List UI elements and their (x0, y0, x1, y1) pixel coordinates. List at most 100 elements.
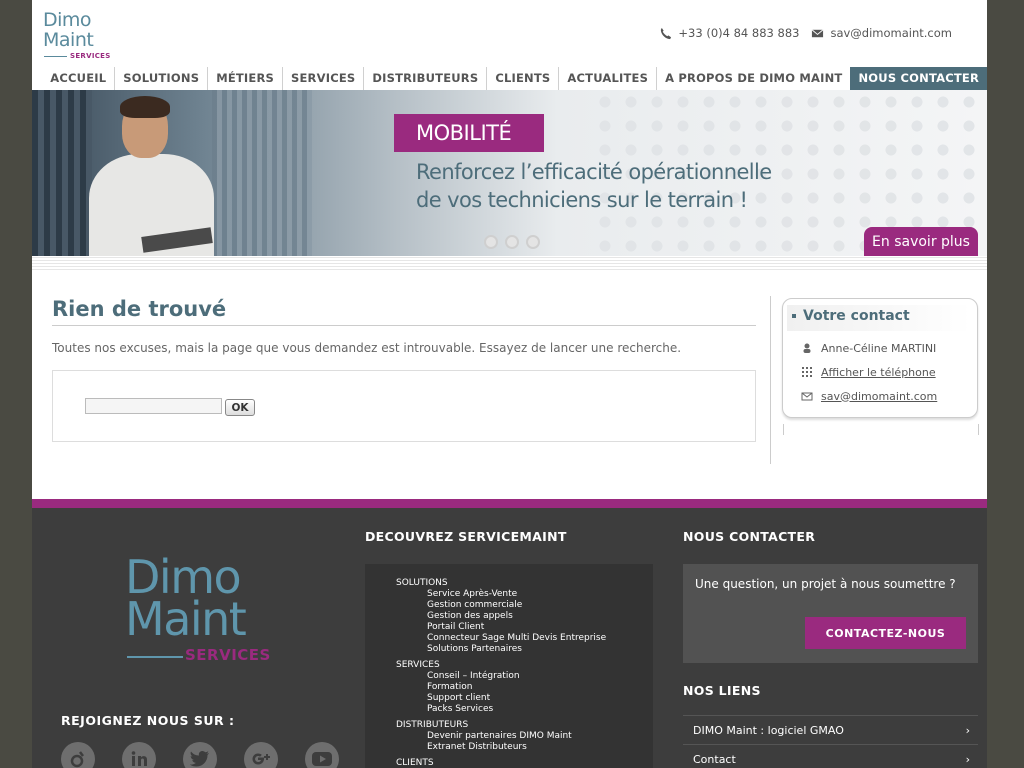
discover-group-clients: CLIENTS (396, 758, 653, 768)
discover-group-title[interactable]: CLIENTS (396, 758, 653, 768)
footer-link-contact[interactable]: Contact › (683, 744, 978, 768)
discover-link[interactable]: Formation (396, 682, 653, 693)
nav-metiers[interactable]: MÉTIERS (207, 67, 282, 90)
hero-banner: MOBILITÉ Renforcez l’efficacité opératio… (32, 90, 987, 256)
contact-widget-title: Votre contact (787, 305, 971, 331)
search-form: OK (52, 370, 756, 442)
banner-shadow-strip (32, 256, 987, 270)
footer-link-label: DIMO Maint : logiciel GMAO (693, 723, 844, 737)
technician-image (84, 96, 214, 256)
footer-logo-line (127, 656, 183, 658)
discover-link[interactable]: Conseil – Intégration (396, 671, 653, 682)
logo-line (44, 56, 67, 57)
discover-link[interactable]: Packs Services (396, 704, 653, 715)
header-email[interactable]: sav@dimomaint.com (830, 26, 952, 40)
youtube-icon[interactable] (305, 742, 339, 768)
chevron-right-icon: › (965, 752, 970, 766)
contact-email-link[interactable]: sav@dimomaint.com (821, 390, 937, 403)
header-contact: +33 (0)4 84 883 883 sav@dimomaint.com (659, 26, 952, 40)
page: Dimo Maint SERVICES +33 (0)4 84 883 883 … (32, 0, 987, 768)
discover-group-solutions: SOLUTIONS Service Après-Vente Gestion co… (396, 578, 653, 655)
banner-line-1: Renforcez l’efficacité opérationnelle (416, 160, 772, 184)
discover-menu: SOLUTIONS Service Après-Vente Gestion co… (365, 564, 653, 768)
discover-link[interactable]: Service Après-Vente (396, 589, 653, 600)
search-ok-button[interactable]: OK (225, 399, 255, 416)
social-icons (61, 742, 339, 768)
nav-actualites[interactable]: ACTUALITES (558, 67, 656, 90)
main-nav: ACCUEIL SOLUTIONS MÉTIERS SERVICES DISTR… (42, 67, 987, 90)
logo-text-maint: Maint (43, 29, 94, 51)
slider-dots (484, 235, 540, 249)
slider-dot-3[interactable] (526, 235, 540, 249)
logo-services: SERVICES (70, 52, 111, 60)
discover-link[interactable]: Portail Client (396, 622, 653, 633)
discover-link[interactable]: Solutions Partenaires (396, 644, 653, 655)
contact-name-row: Anne-Céline MARTINI (783, 336, 977, 360)
footer-link-gmao[interactable]: DIMO Maint : logiciel GMAO › (683, 715, 978, 744)
slider-dot-1[interactable] (484, 235, 498, 249)
keypad-icon (802, 367, 812, 377)
logo-text-dimo: Dimo (43, 9, 92, 31)
main-content: Rien de trouvé Toutes nos excuses, mais … (52, 296, 756, 442)
twitter-icon[interactable] (183, 742, 217, 768)
person-icon (803, 343, 811, 353)
footer: Dimo Maint SERVICES REJOIGNEZ NOUS SUR :… (32, 508, 987, 768)
not-found-message: Toutes nos excuses, mais la page que vou… (52, 341, 682, 355)
nav-distributeurs[interactable]: DISTRIBUTEURS (363, 67, 486, 90)
contact-widget: Votre contact Anne-Céline MARTINI Affich… (782, 298, 979, 435)
discover-link[interactable]: Connecteur Sage Multi Devis Entreprise (396, 633, 653, 644)
viadeo-icon[interactable] (61, 742, 95, 768)
discover-link[interactable]: Devenir partenaires DIMO Maint (396, 731, 653, 742)
contact-phone-row: Afficher le téléphone (783, 360, 977, 384)
nav-solutions[interactable]: SOLUTIONS (114, 67, 207, 90)
discover-link[interactable]: Support client (396, 693, 653, 704)
discover-link[interactable]: Gestion commerciale (396, 600, 653, 611)
logo[interactable]: Dimo Maint SERVICES (43, 9, 111, 62)
envelope-icon (801, 392, 813, 401)
banner-headline: Renforcez l’efficacité opérationnelle de… (416, 158, 772, 214)
footer-logo-maint: Maint (125, 592, 247, 646)
discover-group-title[interactable]: DISTRIBUTEURS (396, 720, 653, 731)
nav-clients[interactable]: CLIENTS (486, 67, 558, 90)
phone-icon (661, 27, 672, 39)
nav-a-propos[interactable]: A PROPOS DE DIMO MAINT (656, 67, 850, 90)
widget-stub (783, 424, 979, 435)
discover-group-services: SERVICES Conseil – Intégration Formation… (396, 660, 653, 715)
linkedin-icon[interactable] (122, 742, 156, 768)
contact-name: Anne-Céline MARTINI (821, 341, 937, 355)
discover-link[interactable]: Extranet Distributeurs (396, 742, 653, 753)
en-savoir-plus-button[interactable]: En savoir plus (864, 227, 978, 256)
show-phone-link[interactable]: Afficher le téléphone (821, 366, 936, 379)
contact-title: NOUS CONTACTER (683, 529, 816, 544)
contact-email-row: sav@dimomaint.com (783, 384, 977, 408)
search-input[interactable] (85, 398, 222, 414)
server-racks-image (32, 90, 92, 256)
footer-logo-services: SERVICES (185, 646, 271, 664)
discover-group-title[interactable]: SERVICES (396, 660, 653, 671)
page-title: Rien de trouvé (52, 296, 756, 326)
google-plus-icon[interactable] (244, 742, 278, 768)
nav-nous-contacter[interactable]: NOUS CONTACTER (850, 67, 987, 90)
footer-logo: Dimo Maint SERVICES (125, 554, 270, 664)
footer-links: DIMO Maint : logiciel GMAO › Contact › (683, 715, 978, 768)
contact-box: Une question, un projet à nous soumettre… (683, 564, 978, 663)
discover-group-distributeurs: DISTRIBUTEURS Devenir partenaires DIMO M… (396, 720, 653, 753)
header-phone: +33 (0)4 84 883 883 (678, 26, 800, 40)
content-divider (770, 296, 771, 464)
discover-group-title[interactable]: SOLUTIONS (396, 578, 653, 589)
contact-text: Une question, un projet à nous soumettre… (695, 577, 956, 591)
footer-accent-bar (32, 499, 987, 508)
nav-services[interactable]: SERVICES (282, 67, 363, 90)
slider-dot-2[interactable] (505, 235, 519, 249)
nav-accueil[interactable]: ACCUEIL (42, 67, 114, 90)
discover-link[interactable]: Gestion des appels (396, 611, 653, 622)
server-racks-image-2 (212, 90, 312, 256)
links-title: NOS LIENS (683, 683, 761, 698)
join-us-title: REJOIGNEZ NOUS SUR : (61, 713, 235, 728)
banner-line-2: de vos techniciens sur le terrain ! (416, 188, 748, 212)
discover-title: DECOUVREZ SERVICEMAINT (365, 529, 567, 544)
mail-icon (812, 28, 824, 37)
banner-badge: MOBILITÉ (394, 114, 544, 152)
chevron-right-icon: › (965, 723, 970, 737)
contactez-nous-button[interactable]: CONTACTEZ-NOUS (805, 617, 966, 649)
